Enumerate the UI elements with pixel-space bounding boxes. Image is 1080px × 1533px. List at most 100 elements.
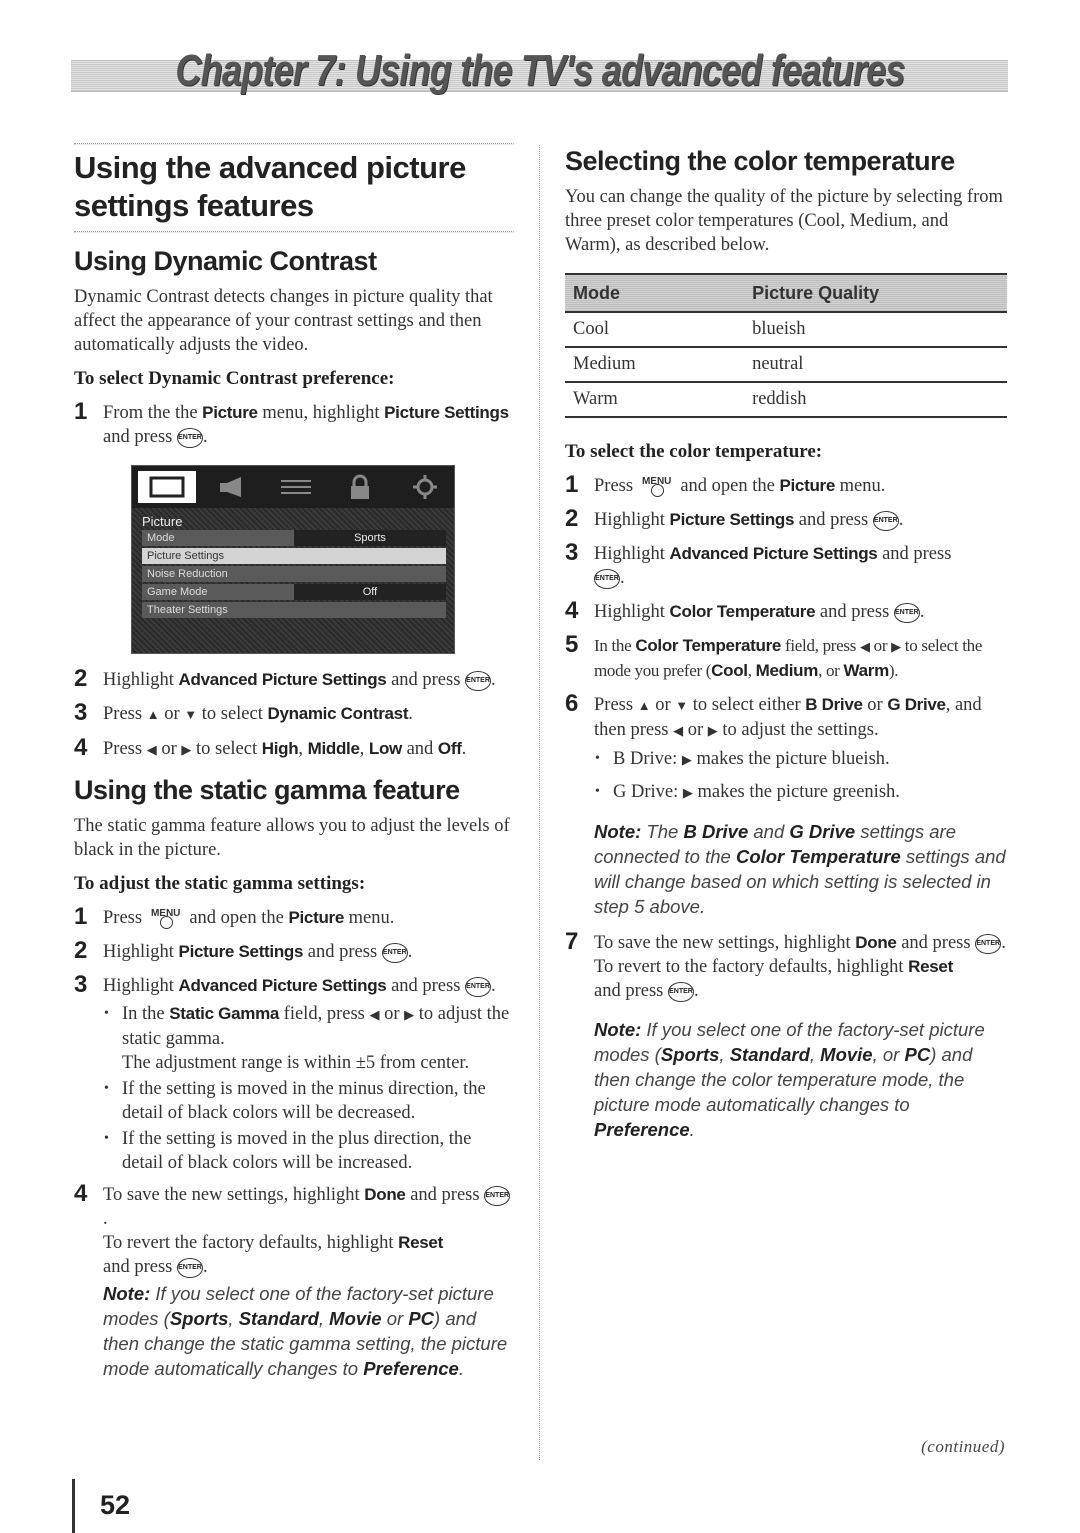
note-term: Sports	[660, 1044, 720, 1065]
step-text: To revert the factory defaults, highligh…	[103, 1233, 399, 1253]
bullet-text: The adjustment range is within ±5 from c…	[122, 1053, 470, 1073]
ui-term: Warm	[843, 661, 890, 680]
table-header-row: Mode Picture Quality	[565, 273, 1007, 313]
step: 5 In the Color Temperature field, press …	[565, 631, 1008, 683]
step-text: field, press	[781, 636, 860, 655]
step-text: From the the	[103, 403, 203, 423]
note-term: Standard	[729, 1044, 810, 1065]
ui-term: Done	[855, 933, 897, 952]
step-number: 4	[74, 1180, 88, 1207]
step-number: 2	[74, 937, 88, 964]
ui-term: Advanced Picture Settings	[178, 976, 387, 995]
note-term: Standard	[238, 1308, 319, 1329]
note-label: Note:	[594, 821, 642, 842]
step-text: and press	[794, 510, 873, 530]
enter-button-icon: ENTER	[176, 1257, 203, 1278]
note: Note: If you select one of the factory-s…	[103, 1281, 514, 1381]
bullet-text: field, press	[279, 1004, 370, 1024]
down-arrow-icon: ▼	[675, 698, 689, 713]
ui-term: Middle	[307, 739, 360, 758]
note-term: G Drive	[789, 821, 856, 842]
enter-button-icon: ENTER	[594, 568, 620, 589]
step: 6 Press ▲ or ▼ to select either B Drive …	[565, 692, 1008, 743]
table-row: Medium neutral	[565, 347, 1007, 383]
step-text: or	[650, 695, 676, 715]
note-text: ,	[318, 1308, 330, 1329]
step: 2 Highlight Advanced Picture Settings an…	[74, 665, 496, 692]
step-text: ,	[298, 739, 308, 759]
ui-term: Picture	[288, 908, 345, 927]
row-label: Picture Settings	[147, 550, 225, 562]
tv-menu-row: Game Mode Off	[142, 584, 446, 600]
right-arrow-icon: ▶	[682, 785, 693, 800]
ui-term: Picture	[202, 403, 258, 422]
enter-button-icon: ENTER	[872, 510, 899, 531]
step-text: Press	[594, 695, 638, 715]
right-arrow-icon: ▶	[404, 1007, 415, 1022]
picture-icon	[138, 471, 197, 503]
ui-term: Medium	[755, 661, 819, 680]
note-term: Movie	[820, 1044, 873, 1065]
tv-picture-menu-screenshot: Picture Mode Sports Picture Settings Nois…	[131, 465, 455, 654]
step-text: To revert to the factory defaults, highl…	[594, 957, 909, 977]
left-column: Using the advanced picture settings feat…	[74, 143, 514, 1389]
step-text: to adjust the settings.	[717, 720, 879, 740]
static-gamma-procedure-heading: To adjust the static gamma settings:	[74, 873, 366, 894]
down-arrow-icon: ▼	[184, 707, 198, 722]
divider	[74, 231, 514, 233]
step: 4 Press ◀ or ▶ to select High, Middle, L…	[74, 734, 514, 762]
step-number: 1	[74, 398, 88, 425]
note: Note: If you select one of the factory-s…	[594, 1017, 1008, 1142]
up-arrow-icon: ▲	[146, 707, 160, 722]
step-number: 3	[565, 539, 579, 566]
color-temperature-table: Mode Picture Quality Cool blueish Medium n…	[565, 273, 1007, 418]
note-term: Preference	[594, 1119, 690, 1140]
row-value: Off	[294, 584, 446, 600]
step-text: or	[862, 695, 888, 715]
column-divider	[539, 145, 540, 1460]
step-text: and press	[386, 670, 466, 690]
step-text: or	[683, 720, 708, 740]
step-text: Highlight	[103, 670, 179, 690]
step-text: In the	[594, 636, 636, 655]
continued-label: (continued)	[921, 1437, 1005, 1456]
step: 1 Press MENU and open the Picture menu.	[565, 473, 1008, 498]
step-number: 3	[74, 699, 88, 726]
step-number: 1	[74, 903, 88, 930]
tv-menu-row-highlighted: Picture Settings	[142, 548, 446, 564]
step-text: and press	[103, 1257, 177, 1277]
step-text: and press	[386, 976, 466, 996]
step-text: Highlight	[103, 942, 179, 962]
step-text: and press	[877, 544, 952, 564]
lock-icon	[331, 471, 389, 503]
note: Note: The B Drive and G Drive settings a…	[594, 819, 1008, 919]
enter-button-icon: ENTER	[381, 942, 408, 963]
audio-icon	[202, 471, 260, 503]
note-term: Sports	[169, 1308, 229, 1329]
step-text: and press	[103, 427, 177, 447]
color-temperature-intro: You can change the quality of the pictur…	[565, 187, 1003, 255]
list-item: G Drive: ▶ makes the picture greenish.	[595, 780, 1008, 805]
step: 1 Press MENU and open the Picture menu.	[74, 903, 514, 930]
step-text: or	[156, 739, 182, 759]
up-arrow-icon: ▲	[637, 698, 651, 713]
step-text: Press	[103, 739, 147, 759]
step-text: ).	[888, 661, 899, 680]
note-term: PC	[408, 1308, 435, 1329]
note-text: The	[641, 821, 684, 842]
ui-term: G Drive	[887, 695, 946, 714]
menu-circle	[159, 916, 173, 929]
step-number: 4	[74, 734, 88, 761]
ui-term: High	[261, 739, 299, 758]
bullet-text: makes the picture blueish.	[691, 749, 890, 769]
step-text: Press	[594, 476, 638, 496]
step-text: Press	[103, 704, 147, 724]
step: 2 Highlight Picture Settings and press E…	[74, 937, 413, 964]
note-text: .	[689, 1119, 695, 1140]
menu-button-icon: MENU	[147, 908, 185, 930]
step-number: 5	[565, 631, 579, 658]
step-text: To save the new settings, highlight	[594, 933, 856, 953]
enter-button-icon: ENTER	[893, 602, 920, 623]
note-text: ,	[809, 1044, 821, 1065]
step-text: .	[461, 739, 467, 759]
